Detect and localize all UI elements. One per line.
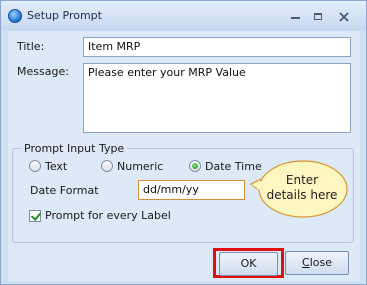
callout-bubble: Enter details here [249, 157, 349, 219]
close-button-mnemonic: C [302, 256, 310, 269]
prompt-every-label-text: Prompt for every Label [45, 209, 171, 222]
radio-numeric-indicator[interactable] [101, 160, 113, 172]
radio-numeric[interactable]: Numeric [101, 159, 163, 173]
callout-text: Enter details here [255, 173, 349, 203]
group-label: Prompt Input Type [21, 142, 128, 155]
ok-highlight-box: OK [213, 248, 284, 278]
dialog-body: Title: Item MRP Message: Please enter yo… [8, 31, 360, 281]
radio-date-time-indicator[interactable] [189, 160, 201, 172]
checkbox-indicator[interactable] [29, 209, 41, 222]
radio-text-label: Text [45, 159, 68, 173]
callout-line-2: details here [266, 188, 338, 202]
app-icon [8, 9, 22, 23]
title-input[interactable]: Item MRP [83, 37, 351, 57]
radio-text[interactable]: Text [29, 159, 67, 173]
close-window-button[interactable] [332, 8, 356, 25]
minimize-button[interactable] [283, 8, 307, 25]
date-format-label: Date Format [30, 184, 99, 197]
title-label: Title: [17, 40, 45, 53]
title-bar[interactable]: Setup Prompt [1, 1, 366, 31]
radio-numeric-label: Numeric [117, 159, 164, 173]
date-format-input[interactable]: dd/mm/yy [138, 180, 245, 200]
minimize-icon [290, 17, 300, 19]
setup-prompt-dialog: Setup Prompt Title: Item MRP Message: Pl… [0, 0, 367, 285]
message-label: Message: [17, 65, 69, 78]
maximize-icon [314, 12, 322, 20]
maximize-button[interactable] [306, 8, 330, 25]
close-button-label: lose [309, 256, 332, 269]
window-title: Setup Prompt [27, 9, 102, 22]
prompt-every-label-checkbox[interactable]: Prompt for every Label [29, 209, 171, 222]
message-textarea[interactable]: Please enter your MRP Value [83, 63, 351, 133]
close-icon [339, 12, 349, 22]
ok-button[interactable]: OK [219, 252, 278, 276]
radio-text-indicator[interactable] [29, 160, 41, 172]
close-button[interactable]: Close [285, 251, 349, 275]
callout-line-1: Enter [285, 173, 319, 187]
